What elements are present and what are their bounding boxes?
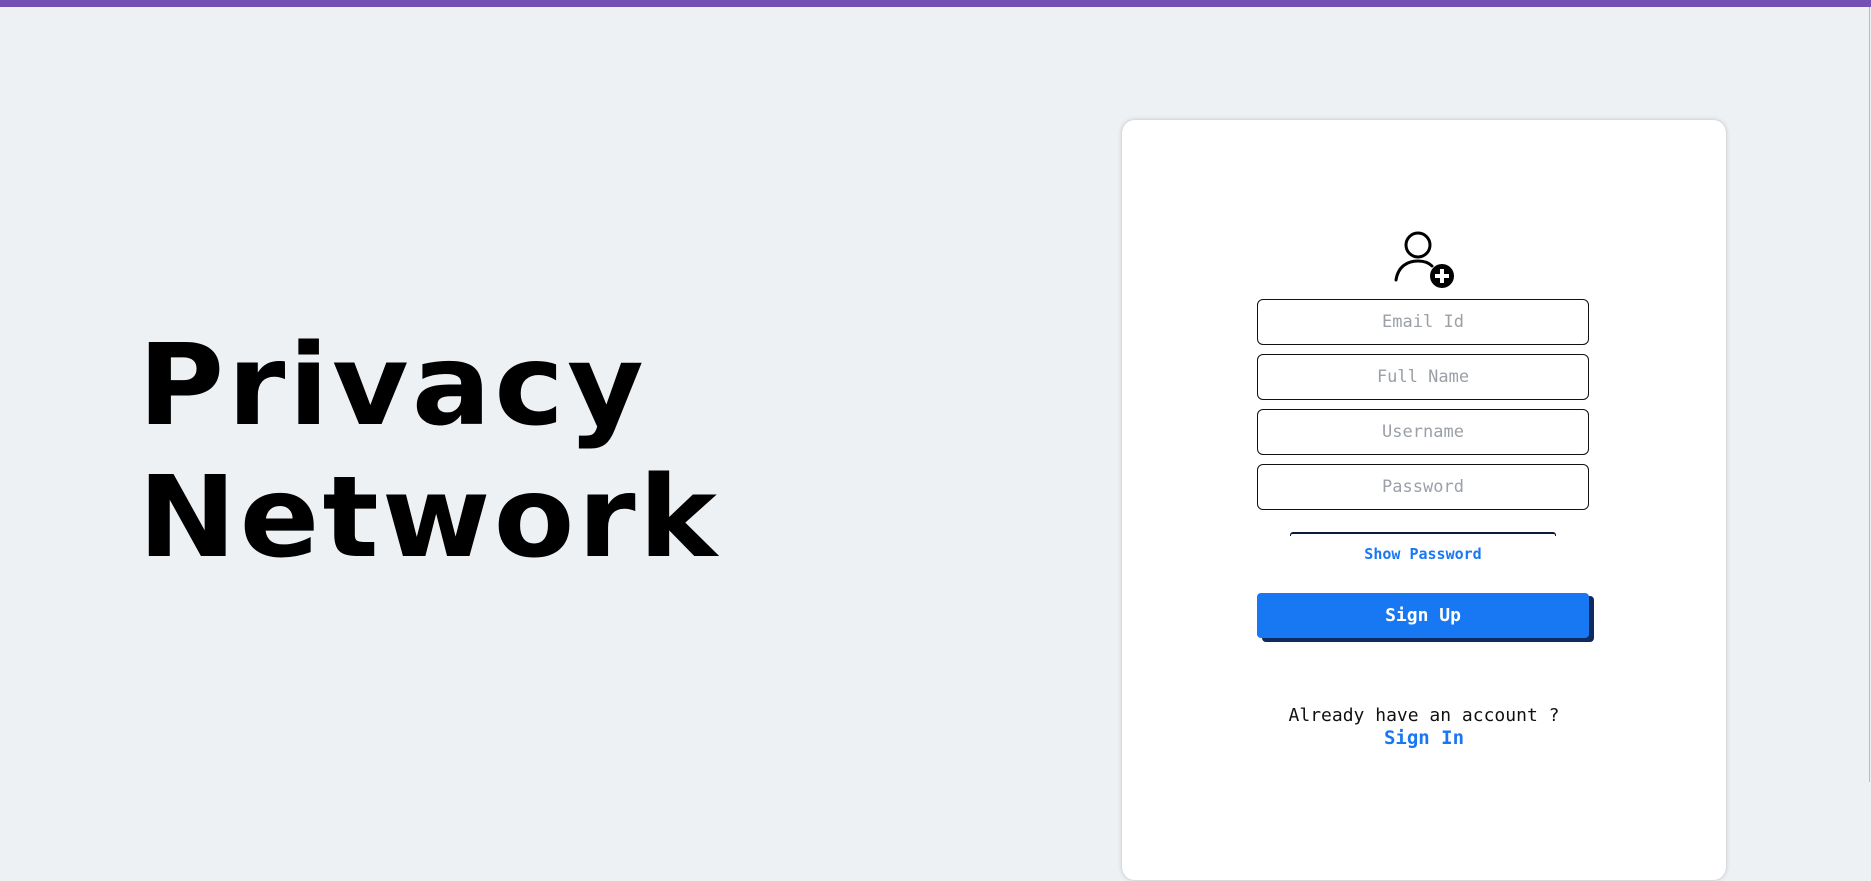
brand-title: Privacy Network <box>138 320 720 584</box>
show-password-toggle[interactable]: Show Password <box>1257 545 1589 563</box>
brand-line-2: Network <box>138 453 721 583</box>
scrollbar-edge <box>1869 7 1870 782</box>
signin-link[interactable]: Sign In <box>1122 727 1726 749</box>
top-accent-bar <box>0 0 1871 7</box>
brand-line-1: Privacy <box>138 321 647 451</box>
add-user-icon <box>1394 231 1454 288</box>
password-field[interactable] <box>1257 464 1589 510</box>
signup-card: Show Password Sign Up Already have an ac… <box>1121 119 1727 881</box>
signup-button[interactable]: Sign Up <box>1257 593 1589 638</box>
already-account-text: Already have an account ? <box>1288 705 1560 726</box>
username-field[interactable] <box>1257 409 1589 455</box>
password-strength-bar <box>1290 532 1556 536</box>
full-name-field[interactable] <box>1257 354 1589 400</box>
email-field[interactable] <box>1257 299 1589 345</box>
